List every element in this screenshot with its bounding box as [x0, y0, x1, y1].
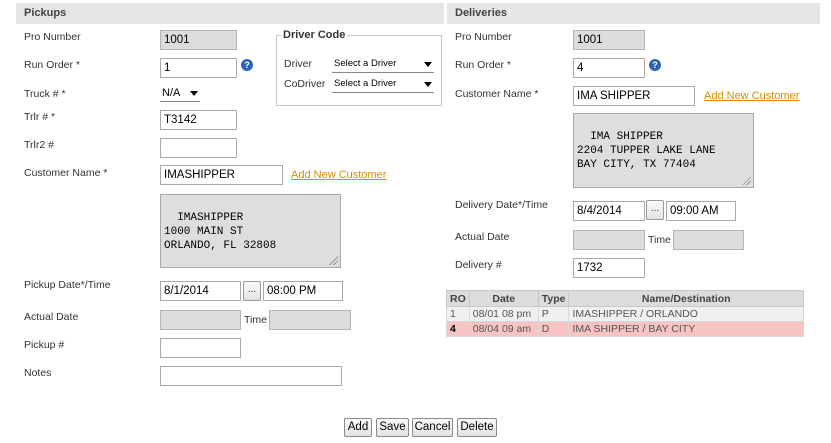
- driver-label: Driver: [284, 58, 312, 70]
- codriver-label: CoDriver: [284, 78, 326, 90]
- delivery-number-input[interactable]: 1732: [573, 258, 645, 278]
- delivery-address-text: IMA SHIPPER 2204 TUPPER LAKE LANE BAY CI…: [577, 131, 716, 171]
- delivery-actual-time-label: Time: [648, 234, 671, 246]
- delivery-date-input[interactable]: 8/4/2014: [573, 201, 645, 221]
- pickups-header: Pickups: [16, 3, 444, 24]
- stops-table: RO Date Type Name/Destination 1 08/01 08…: [446, 290, 804, 337]
- date-picker-icon[interactable]: ...: [243, 281, 261, 301]
- notes-input[interactable]: [160, 366, 342, 386]
- row-destination-cell: IMA SHIPPER / BAY CITY: [568, 321, 804, 337]
- delivery-address-textarea[interactable]: IMA SHIPPER 2204 TUPPER LAKE LANE BAY CI…: [573, 113, 754, 188]
- dropdown-caret-icon: [190, 91, 198, 96]
- add-button[interactable]: Add: [344, 418, 372, 437]
- cancel-button[interactable]: Cancel: [412, 418, 453, 437]
- pickup-customer-input[interactable]: IMASHIPPER: [160, 165, 283, 185]
- resize-grip-icon[interactable]: [742, 176, 751, 185]
- delivery-actual-time-field: [673, 230, 744, 250]
- row-destination-cell: IMASHIPPER / ORLANDO: [568, 306, 804, 322]
- pickup-actual-date-field: [160, 310, 241, 330]
- pickup-pro-number-label: Pro Number: [24, 31, 81, 43]
- pickup-time-input[interactable]: 08:00 PM: [263, 281, 343, 301]
- pickup-address-textarea[interactable]: IMASHIPPER 1000 MAIN ST ORLANDO, FL 3280…: [160, 194, 341, 268]
- delivery-number-label: Delivery #: [455, 259, 502, 271]
- help-icon[interactable]: ?: [649, 59, 661, 71]
- dropdown-caret-icon: [424, 62, 432, 67]
- pickup-date-label: Pickup Date*/Time: [24, 279, 111, 291]
- trlr-input[interactable]: T3142: [160, 110, 237, 130]
- codriver-select-value: Select a Driver: [334, 78, 397, 89]
- trlr2-label: Trlr2 #: [24, 139, 54, 151]
- row-date-cell: 08/04 09 am: [468, 321, 539, 337]
- dropdown-caret-icon: [424, 82, 432, 87]
- trlr-label: Trlr # *: [24, 111, 56, 123]
- table-header-row: RO Date Type Name/Destination: [446, 290, 804, 307]
- pickup-pro-number-field: 1001: [160, 30, 237, 50]
- pickup-actual-time-field: [269, 310, 351, 330]
- pickup-date-input[interactable]: 8/1/2014: [160, 281, 241, 301]
- truck-label: Truck # *: [24, 88, 66, 100]
- driver-select[interactable]: Select a Driver: [332, 57, 434, 73]
- pickup-add-new-customer-link[interactable]: Add New Customer: [291, 169, 386, 181]
- column-header[interactable]: Type: [537, 290, 570, 307]
- delete-button[interactable]: Delete: [457, 418, 497, 437]
- row-type-cell: D: [537, 321, 570, 337]
- pickup-address-text: IMASHIPPER 1000 MAIN ST ORLANDO, FL 3280…: [164, 212, 277, 252]
- row-date-cell: 08/01 08 pm: [468, 306, 539, 322]
- delivery-run-order-input[interactable]: 4: [573, 58, 645, 78]
- row-ro-cell: 1: [446, 306, 470, 322]
- deliveries-header: Deliveries: [447, 3, 820, 24]
- notes-label: Notes: [24, 367, 52, 379]
- delivery-add-new-customer-link[interactable]: Add New Customer: [704, 90, 799, 102]
- table-row-selected[interactable]: 4 08/04 09 am D IMA SHIPPER / BAY CITY: [446, 321, 804, 337]
- save-button[interactable]: Save: [376, 418, 409, 437]
- pickup-actual-time-label: Time: [244, 314, 267, 326]
- pickup-run-order-label: Run Order *: [24, 59, 81, 71]
- column-header[interactable]: Name/Destination: [568, 290, 804, 307]
- resize-grip-icon[interactable]: [329, 256, 338, 265]
- table-row[interactable]: 1 08/01 08 pm P IMASHIPPER / ORLANDO: [446, 306, 804, 322]
- row-ro-cell: 4: [446, 321, 470, 337]
- driver-select-value: Select a Driver: [334, 58, 397, 69]
- date-picker-icon[interactable]: ...: [646, 200, 664, 220]
- help-icon[interactable]: ?: [241, 59, 253, 71]
- delivery-actual-date-label: Actual Date: [455, 231, 510, 243]
- driver-code-legend: Driver Code: [283, 29, 346, 41]
- pickup-customer-label: Customer Name *: [24, 167, 108, 179]
- delivery-pro-number-label: Pro Number: [455, 31, 512, 43]
- pickup-actual-date-label: Actual Date: [24, 311, 79, 323]
- delivery-actual-date-field: [573, 230, 645, 250]
- truck-select[interactable]: N/A: [160, 86, 200, 102]
- column-header[interactable]: Date: [468, 290, 539, 307]
- column-header[interactable]: RO: [446, 290, 470, 307]
- pickup-number-label: Pickup #: [24, 339, 65, 351]
- delivery-time-input[interactable]: 09:00 AM: [666, 201, 736, 221]
- delivery-pro-number-field: 1001: [573, 30, 645, 50]
- truck-select-value: N/A: [162, 87, 181, 99]
- delivery-run-order-label: Run Order *: [455, 59, 512, 71]
- codriver-select[interactable]: Select a Driver: [332, 77, 434, 93]
- delivery-date-label: Delivery Date*/Time: [455, 199, 548, 211]
- trlr2-input[interactable]: [160, 138, 237, 158]
- pickup-run-order-input[interactable]: 1: [160, 58, 237, 78]
- delivery-customer-label: Customer Name *: [455, 88, 539, 100]
- pickup-number-input[interactable]: [160, 338, 241, 358]
- delivery-customer-input[interactable]: IMA SHIPPER: [573, 86, 695, 106]
- row-type-cell: P: [537, 306, 570, 322]
